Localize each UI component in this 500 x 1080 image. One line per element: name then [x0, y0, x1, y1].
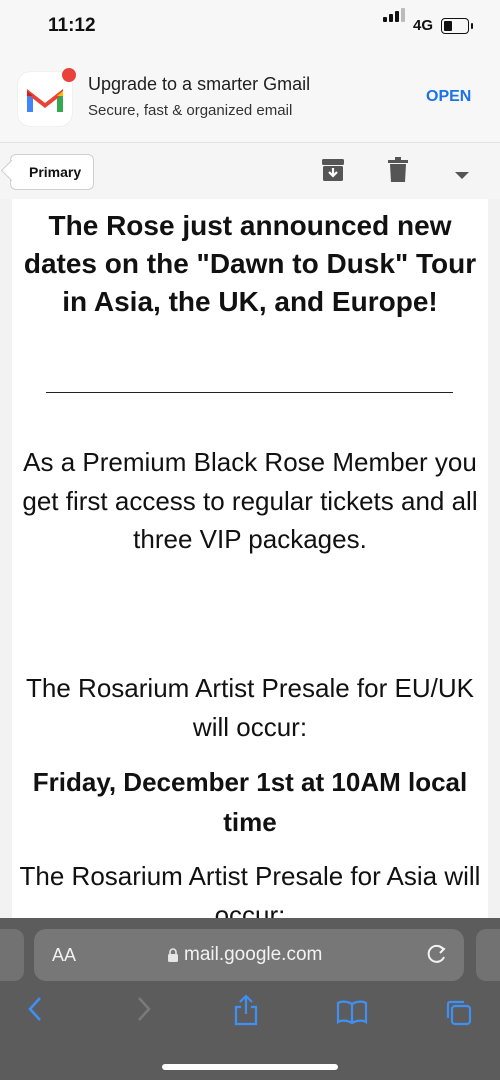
previous-tab-preview[interactable]: [0, 929, 24, 981]
lock-icon: [167, 948, 179, 967]
chevron-down-icon[interactable]: [455, 167, 469, 185]
divider: [46, 392, 453, 393]
share-icon[interactable]: [233, 994, 259, 1031]
safari-toolbar: AA mail.google.com: [0, 918, 500, 1080]
back-arrow-icon[interactable]: [27, 996, 43, 1027]
home-indicator[interactable]: [162, 1064, 338, 1070]
gmail-logo-icon: [18, 68, 76, 126]
email-paragraph: As a Premium Black Rose Member you get f…: [22, 447, 478, 554]
status-time: 11:12: [48, 15, 96, 36]
url-text[interactable]: mail.google.com: [184, 944, 322, 966]
email-paragraph: The Rosarium Artist Presale for EU/UK wi…: [26, 673, 474, 742]
banner-subtitle: Secure, fast & organized email: [88, 102, 293, 119]
gmail-app-banner[interactable]: Upgrade to a smarter Gmail Secure, fast …: [0, 54, 500, 143]
status-bar: 11:12 4G: [0, 0, 500, 54]
address-bar[interactable]: AA mail.google.com: [34, 929, 464, 981]
battery-icon: [441, 18, 473, 34]
open-app-button[interactable]: OPEN: [426, 88, 471, 106]
banner-title: Upgrade to a smarter Gmail: [88, 74, 311, 94]
notification-dot: [62, 68, 76, 82]
tabs-icon[interactable]: [444, 998, 472, 1031]
presale-date: Friday, December 1st at 10AM local time: [32, 767, 468, 837]
trash-icon[interactable]: [388, 157, 408, 188]
network-type: 4G: [413, 17, 434, 34]
email-headline: The Rose just announced new dates on the…: [23, 210, 477, 317]
next-tab-preview[interactable]: [476, 929, 500, 981]
reload-icon[interactable]: [426, 943, 448, 970]
text-size-button[interactable]: AA: [52, 945, 76, 966]
email-toolbar: Primary: [0, 143, 500, 199]
email-paragraph: The Rosarium Artist Presale for Asia wil…: [19, 861, 481, 921]
bookmarks-icon[interactable]: [336, 1000, 368, 1029]
email-body: The Rose just announced new dates on the…: [12, 199, 488, 921]
primary-label-chip[interactable]: Primary: [10, 154, 95, 190]
archive-icon[interactable]: [321, 157, 345, 188]
forward-arrow-icon[interactable]: [136, 996, 152, 1027]
